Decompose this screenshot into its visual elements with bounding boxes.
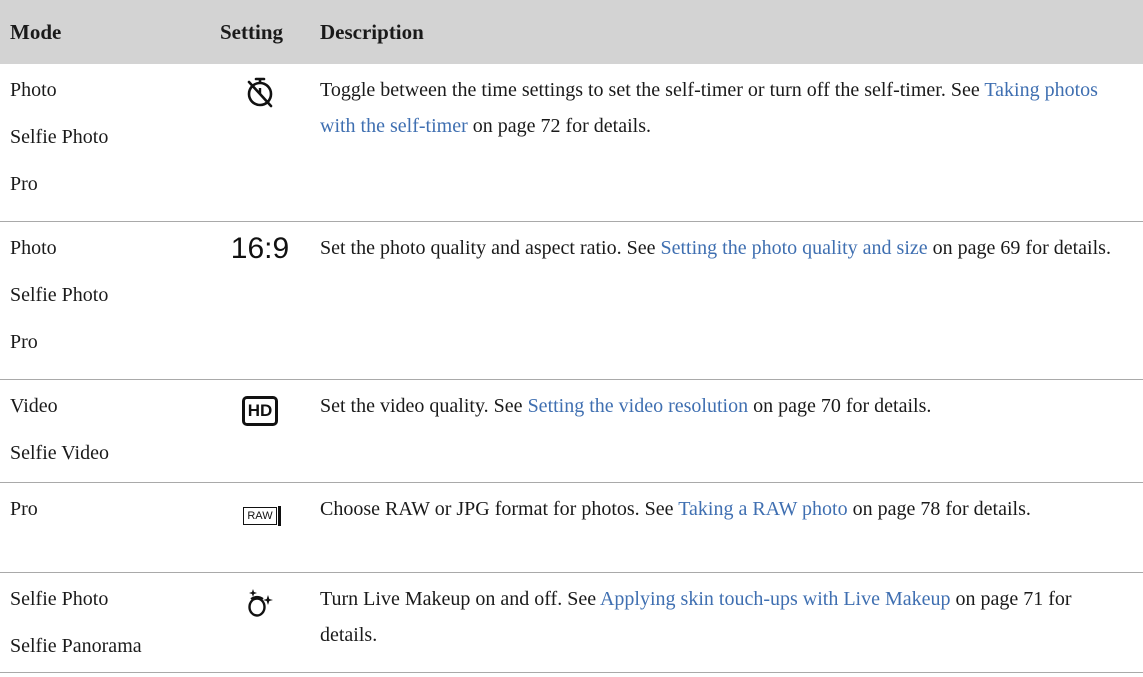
mode-item: Pro [10,331,38,353]
mode-item: Selfie Panorama [10,635,142,657]
description-cell: Turn Live Makeup on and off. See Applyin… [310,572,1143,673]
mode-item: Pro [10,173,38,195]
aspect-ratio-icon: 16:9 [230,232,290,265]
mode-cell: Selfie Photo Selfie Panorama [0,572,210,673]
mode-item: Photo [10,79,57,101]
camera-settings-table: Mode Setting Description Photo Selfie Ph… [0,0,1143,673]
mode-item: Selfie Photo [10,588,109,610]
link-photo-quality[interactable]: Setting the photo quality and size [660,237,927,259]
link-live-makeup[interactable]: Applying skin touch-ups with Live Makeup [600,588,951,610]
mode-item: Selfie Photo [10,126,109,148]
table-row: Selfie Photo Selfie Panorama Turn Live M… [0,572,1143,673]
header-mode: Mode [10,19,62,44]
table-row: Photo Selfie Photo Pro Toggle between th… [0,64,1143,222]
self-timer-icon [245,76,275,120]
mode-item: Video [10,395,58,417]
description-cell: Choose RAW or JPG format for photos. See… [310,482,1143,573]
link-raw-photo[interactable]: Taking a RAW photo [678,498,847,520]
mode-cell: Photo Selfie Photo Pro [0,221,210,380]
table-row: Pro RAW Choose RAW or JPG format for pho… [0,482,1143,573]
setting-cell: 16:9 [210,221,310,380]
mode-item: Selfie Photo [10,284,109,306]
setting-cell [210,64,310,222]
mode-cell: Pro [0,482,210,573]
description-cell: Set the video quality. See Setting the v… [310,379,1143,483]
link-video-resolution[interactable]: Setting the video resolution [528,395,749,417]
mode-cell: Video Selfie Video [0,379,210,483]
table-row: Photo Selfie Photo Pro 16:9 Set the phot… [0,221,1143,380]
setting-cell [210,572,310,673]
mode-cell: Photo Selfie Photo Pro [0,64,210,222]
table-row: Video Selfie Video HD Set the video qual… [0,379,1143,483]
raw-format-icon: RAW [243,506,281,526]
description-cell: Set the photo quality and aspect ratio. … [310,221,1143,380]
mode-item: Pro [10,498,38,520]
mode-item: Selfie Video [10,442,109,464]
hd-video-icon: HD [241,396,279,426]
table-header-row: Mode Setting Description [0,0,1143,64]
header-setting: Setting [220,19,283,44]
mode-item: Photo [10,237,57,259]
header-description: Description [320,19,424,44]
setting-cell: HD [210,379,310,483]
setting-cell: RAW [210,482,310,573]
live-makeup-icon [245,585,275,629]
description-cell: Toggle between the time settings to set … [310,64,1143,222]
